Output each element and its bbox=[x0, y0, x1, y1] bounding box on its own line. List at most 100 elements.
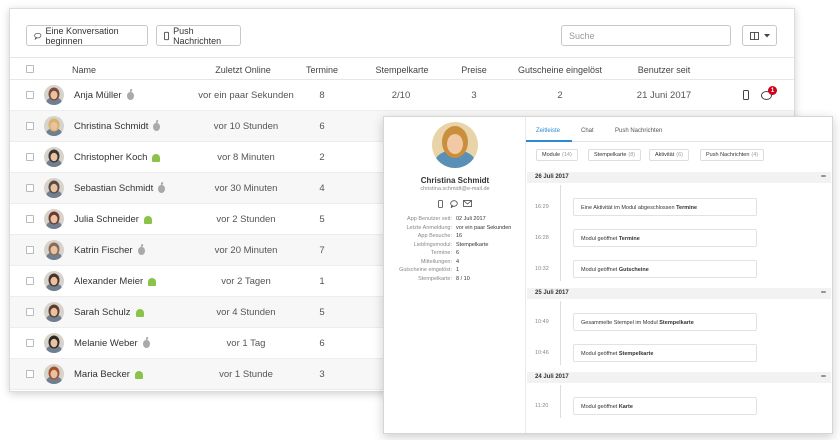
timeline-event: 11:20 Modul geöffnet Karte bbox=[527, 397, 831, 417]
termine-cell: 4 bbox=[319, 183, 325, 194]
collapse-icon[interactable]: − bbox=[821, 171, 826, 181]
chat-icon[interactable] bbox=[450, 200, 458, 208]
last-online-cell: vor 1 Tag bbox=[226, 338, 266, 349]
profile-stat: Stempelkarte: 8 / 10 bbox=[384, 276, 526, 284]
user-name-cell: Melanie Weber bbox=[74, 338, 150, 349]
stat-value: 4 bbox=[456, 258, 460, 265]
filter-chip[interactable]: Module (14) bbox=[536, 149, 578, 161]
row-checkbox[interactable] bbox=[26, 122, 34, 130]
event-text: Gesammelte Stempel im Modul bbox=[581, 320, 658, 326]
user-detail-panel: Christina Schmidt christina.schmidt@e-ma… bbox=[383, 116, 833, 434]
row-checkbox[interactable] bbox=[26, 246, 34, 254]
event-module: Karte bbox=[618, 404, 633, 410]
tab-push-nachrichten[interactable]: Push Nachrichten bbox=[615, 128, 662, 134]
termine-cell: 8 bbox=[319, 90, 325, 101]
timeline-event: 10:46 Modul geöffnet Stempelkarte bbox=[527, 344, 831, 364]
avatar bbox=[44, 364, 64, 384]
user-name: Sarah Schulz bbox=[74, 307, 131, 318]
stat-label: Lieblingsmodul: bbox=[413, 241, 452, 248]
columns-icon bbox=[749, 31, 759, 40]
tab-zeitleiste[interactable]: Zeitleiste bbox=[536, 128, 560, 134]
profile-stat: App Benutzer seit: 02 Juli 2017 bbox=[384, 216, 526, 224]
filter-count: (14) bbox=[562, 152, 572, 158]
profile-stat: Lieblingsmodul: Stempelkarte bbox=[384, 242, 526, 250]
termine-cell: 2 bbox=[319, 152, 325, 163]
profile-stat: Mitteilungen: 4 bbox=[384, 259, 526, 267]
start-conversation-button[interactable]: Eine Konversation beginnen bbox=[26, 25, 148, 46]
phone-icon[interactable] bbox=[743, 90, 749, 100]
tab-chat[interactable]: Chat bbox=[581, 128, 594, 134]
termine-cell: 6 bbox=[319, 121, 325, 132]
profile-email: christina.schmidt@e-mail.de bbox=[420, 186, 490, 192]
filter-chip[interactable]: Stempelkarte (8) bbox=[588, 149, 642, 161]
user-name: Melanie Weber bbox=[74, 338, 138, 349]
filter-count: (4) bbox=[751, 152, 759, 158]
filter-label: Aktivität bbox=[655, 152, 675, 158]
last-online-cell: vor 10 Stunden bbox=[213, 121, 279, 132]
row-checkbox[interactable] bbox=[26, 153, 34, 161]
last-online-cell: vor 8 Minuten bbox=[217, 152, 275, 163]
filter-label: Stempelkarte bbox=[594, 152, 627, 158]
last-online-cell: vor 20 Minuten bbox=[214, 245, 278, 256]
row-checkbox[interactable] bbox=[26, 339, 34, 347]
user-name-cell: Katrin Fischer bbox=[74, 245, 145, 256]
last-online-cell: vor 1 Stunde bbox=[219, 369, 273, 380]
event-time: 16:29 bbox=[535, 204, 549, 210]
avatar bbox=[44, 147, 64, 167]
stat-value: 8 / 10 bbox=[456, 275, 470, 282]
phone-icon bbox=[164, 31, 169, 40]
row-checkbox[interactable] bbox=[26, 184, 34, 192]
filter-chip[interactable]: Push Nachrichten (4) bbox=[700, 149, 765, 161]
avatar bbox=[44, 333, 64, 353]
push-messages-label: Push Nachrichten bbox=[173, 25, 222, 46]
select-all-checkbox[interactable] bbox=[26, 65, 34, 73]
panel-tabs: Zeitleiste Chat Push Nachrichten bbox=[526, 122, 832, 142]
event-card: Modul geöffnet Gutscheine bbox=[573, 260, 757, 278]
stat-value: 02 Juli 2017 bbox=[456, 216, 486, 222]
event-module: Stempelkarte bbox=[659, 320, 694, 326]
timeline-event: 16:28 Modul geöffnet Termine bbox=[527, 229, 831, 249]
last-online-cell: vor 2 Tagen bbox=[221, 276, 271, 287]
event-card: Gesammelte Stempel im Modul Stempelkarte bbox=[573, 313, 757, 331]
stat-value: Stempelkarte bbox=[456, 241, 489, 248]
termine-cell: 5 bbox=[319, 307, 325, 318]
phone-icon[interactable] bbox=[438, 200, 443, 208]
user-name: Julia Schneider bbox=[74, 214, 139, 225]
user-name: Katrin Fischer bbox=[74, 245, 133, 256]
apple-icon bbox=[153, 122, 161, 131]
termine-cell: 6 bbox=[319, 338, 325, 349]
stat-value: vor ein paar Sekunden bbox=[456, 224, 512, 231]
push-messages-button[interactable]: Push Nachrichten bbox=[156, 25, 241, 46]
android-icon bbox=[152, 153, 161, 162]
avatar bbox=[44, 209, 64, 229]
stat-value: 16 bbox=[456, 233, 463, 239]
table-row[interactable]: Anja Müller vor ein paar Sekunden 8 2/10 3 2 2… bbox=[10, 80, 794, 111]
event-text: Eine Aktivität im Modul abgeschlossen bbox=[581, 205, 675, 211]
collapse-icon[interactable]: − bbox=[821, 287, 826, 297]
mail-icon[interactable] bbox=[463, 200, 472, 207]
row-checkbox[interactable] bbox=[26, 308, 34, 316]
event-text: Modul geöffnet bbox=[581, 267, 618, 273]
search-placeholder: Suche bbox=[569, 30, 595, 41]
column-toggle-button[interactable] bbox=[742, 25, 777, 46]
caret-down-icon bbox=[763, 33, 770, 37]
event-time: 10:49 bbox=[535, 319, 549, 325]
event-card: Eine Aktivität im Modul abgeschlossen Te… bbox=[573, 198, 757, 216]
user-name: Sebastian Schmidt bbox=[74, 183, 154, 194]
avatar bbox=[44, 240, 64, 260]
avatar bbox=[44, 116, 64, 136]
user-name-cell: Christopher Koch bbox=[74, 152, 161, 163]
search-input[interactable]: Suche bbox=[561, 25, 731, 46]
filter-chip[interactable]: Aktivität (6) bbox=[649, 149, 689, 161]
event-text: Modul geöffnet bbox=[581, 404, 618, 410]
apple-icon bbox=[142, 339, 150, 348]
apple-icon bbox=[158, 184, 166, 193]
collapse-icon[interactable]: − bbox=[821, 371, 826, 381]
user-name-cell: Sarah Schulz bbox=[74, 307, 144, 318]
col-preise: Preise bbox=[461, 65, 487, 75]
last-online-cell: vor 4 Stunden bbox=[216, 307, 276, 318]
row-checkbox[interactable] bbox=[26, 91, 34, 99]
row-checkbox[interactable] bbox=[26, 277, 34, 285]
row-checkbox[interactable] bbox=[26, 370, 34, 378]
row-checkbox[interactable] bbox=[26, 215, 34, 223]
